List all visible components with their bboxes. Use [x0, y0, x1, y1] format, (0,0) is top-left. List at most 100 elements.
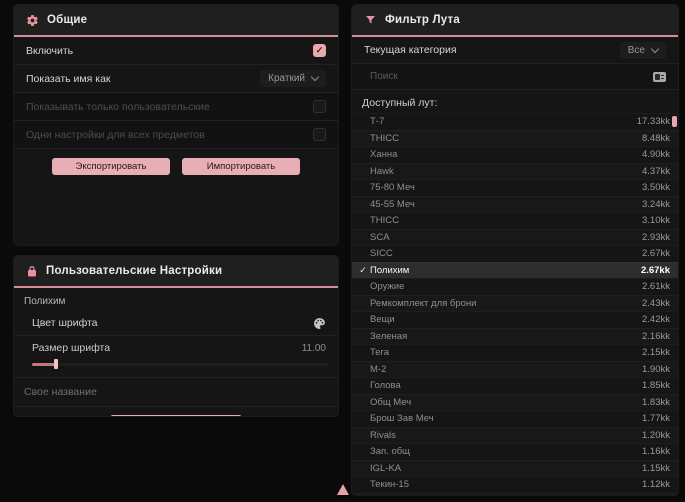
- delete-button[interactable]: Удалить: [110, 415, 242, 416]
- loot-row[interactable]: Ханна 4.90kk: [352, 146, 678, 163]
- loot-item-name: Ремкомплект для брони: [370, 297, 477, 309]
- loot-item-value: 2.42kk: [642, 314, 670, 326]
- font-size-slider[interactable]: [32, 359, 328, 369]
- same-settings-row: Одни настройки для всех предметов: [14, 121, 338, 149]
- loot-item-name: Rivals: [370, 429, 396, 441]
- loot-row[interactable]: Оружие 2.61kk: [352, 278, 678, 295]
- loot-row[interactable]: Зеленая 2.16kk: [352, 327, 678, 344]
- loot-item-name: Hawk: [370, 165, 394, 177]
- font-size-label: Размер шрифта: [32, 342, 111, 354]
- category-dropdown[interactable]: Все: [619, 41, 666, 59]
- custom-settings-header: Пользовательские Настройки: [14, 256, 338, 286]
- loot-item-value: 1.16kk: [642, 446, 670, 458]
- loot-item-value: 2.43kk: [642, 297, 670, 309]
- only-custom-label: Показывать только пользовательские: [26, 100, 210, 113]
- loot-row[interactable]: THICC 3.10kk: [352, 212, 678, 229]
- lock-icon: [26, 265, 38, 278]
- loot-row[interactable]: Rivals 1.20kk: [352, 426, 678, 443]
- loot-item-name: IGL-KA: [370, 462, 402, 474]
- loot-item-value: 3.10kk: [642, 215, 670, 227]
- loot-item-value: 2.67kk: [640, 264, 670, 276]
- name-format-value: Краткий: [268, 73, 305, 84]
- search-input[interactable]: [368, 70, 653, 83]
- loot-row[interactable]: 45-55 Меч 3.24kk: [352, 195, 678, 212]
- slider-track: [32, 363, 328, 366]
- name-format-dropdown[interactable]: Краткий: [260, 70, 326, 87]
- slider-handle[interactable]: [54, 359, 58, 369]
- loot-item-name: Общ Меч: [370, 396, 412, 408]
- search-row: [352, 64, 678, 90]
- only-custom-checkbox[interactable]: [313, 100, 326, 113]
- general-panel: Общие Включить Показать имя как Краткий …: [14, 5, 338, 245]
- same-settings-label: Одни настройки для всех предметов: [26, 128, 205, 141]
- loot-item-name: Полихим: [370, 264, 410, 276]
- category-value: Все: [627, 44, 645, 56]
- loot-item-name: 45-55 Меч: [370, 198, 415, 210]
- loot-item-value: 1.83kk: [642, 396, 670, 408]
- loot-item-value: 1.77kk: [642, 413, 670, 425]
- loot-row[interactable]: IGL-KA 1.15kk: [352, 459, 678, 476]
- loot-filter-title: Фильтр Лута: [385, 14, 460, 26]
- loot-row[interactable]: THICC 8.48kk: [352, 129, 678, 146]
- custom-name-input[interactable]: [14, 378, 338, 407]
- loot-row[interactable]: М-2 1.90kk: [352, 360, 678, 377]
- loot-row[interactable]: Текин-15 1.12kk: [352, 476, 678, 493]
- available-loot-label: Доступный лут:: [362, 97, 438, 109]
- import-button[interactable]: Импортировать: [182, 158, 300, 175]
- palette-icon[interactable]: [313, 317, 326, 330]
- loot-row[interactable]: Голова 1.85kk: [352, 377, 678, 394]
- loot-item-value: 4.90kk: [642, 149, 670, 161]
- loot-row[interactable]: Зап. общ 1.16kk: [352, 443, 678, 460]
- export-import-row: Экспортировать Импортировать: [14, 149, 338, 184]
- loot-item-value: 1.90kk: [642, 363, 670, 375]
- name-format-row: Показать имя как Краткий: [14, 65, 338, 93]
- loot-row[interactable]: Вещи 2.42kk: [352, 311, 678, 328]
- funnel-icon: [364, 14, 377, 26]
- enable-row: Включить: [14, 37, 338, 65]
- custom-settings-title: Пользовательские Настройки: [46, 265, 223, 277]
- loot-item-name: Брош Зав Меч: [370, 413, 434, 425]
- loot-item-value: 2.61kk: [642, 281, 670, 293]
- category-row: Текущая категория Все: [352, 37, 678, 64]
- loot-row[interactable]: Хава1.11kk: [352, 492, 678, 495]
- export-button[interactable]: Экспортировать: [52, 158, 170, 175]
- loot-row[interactable]: ✓ Полихим 2.67kk: [352, 261, 678, 278]
- custom-settings-panel: Пользовательские Настройки Полихим Цвет …: [14, 256, 338, 416]
- loot-row[interactable]: Hawk 4.37kk: [352, 162, 678, 179]
- chevron-down-icon: [310, 72, 320, 82]
- loot-row[interactable]: Т-7 17.33kk: [352, 113, 678, 130]
- loot-item-name: Тега: [370, 347, 390, 359]
- loot-item-name: Оружие: [370, 281, 405, 293]
- loot-row[interactable]: Ремкомплект для брони 2.43kk: [352, 294, 678, 311]
- loot-item-value: 2.15kk: [642, 347, 670, 359]
- delete-row: Удалить: [14, 407, 338, 416]
- name-format-label: Показать имя как: [26, 72, 111, 85]
- scrollbar-thumb[interactable]: [672, 116, 677, 127]
- enable-label: Включить: [26, 44, 74, 57]
- loot-row[interactable]: Общ Меч 1.83kk: [352, 393, 678, 410]
- loot-item-value: 3.50kk: [642, 182, 670, 194]
- loot-item-name: М-2: [370, 363, 387, 375]
- mouse-cursor: [337, 484, 349, 495]
- loot-row[interactable]: SCA 2.93kk: [352, 228, 678, 245]
- loot-row[interactable]: Тега 2.15kk: [352, 344, 678, 361]
- loot-item-name: Зеленая: [370, 330, 408, 342]
- loot-filter-panel: Фильтр Лута Текущая категория Все Доступ…: [352, 5, 678, 495]
- only-custom-row: Показывать только пользовательские: [14, 93, 338, 121]
- loot-item-value: 2.16kk: [642, 330, 670, 342]
- loot-item-name: Ханна: [370, 149, 398, 161]
- check-icon: ✓: [359, 264, 367, 275]
- loot-item-name: Голова: [370, 380, 401, 392]
- enable-checkbox[interactable]: [313, 44, 326, 57]
- loot-item-value: 3.24kk: [642, 198, 670, 210]
- loot-row[interactable]: 75-80 Меч 3.50kk: [352, 179, 678, 196]
- general-panel-header: Общие: [14, 5, 338, 35]
- font-color-row: Цвет шрифта: [14, 311, 338, 336]
- loot-item-name: THICC: [370, 215, 400, 227]
- loot-item-value: 1.20kk: [642, 429, 670, 441]
- loot-row[interactable]: Брош Зав Меч 1.77kk: [352, 410, 678, 427]
- loot-row[interactable]: SICC 2.67kk: [352, 245, 678, 262]
- browse-icon[interactable]: [653, 71, 666, 82]
- category-label: Текущая категория: [364, 44, 457, 56]
- same-settings-checkbox[interactable]: [313, 128, 326, 141]
